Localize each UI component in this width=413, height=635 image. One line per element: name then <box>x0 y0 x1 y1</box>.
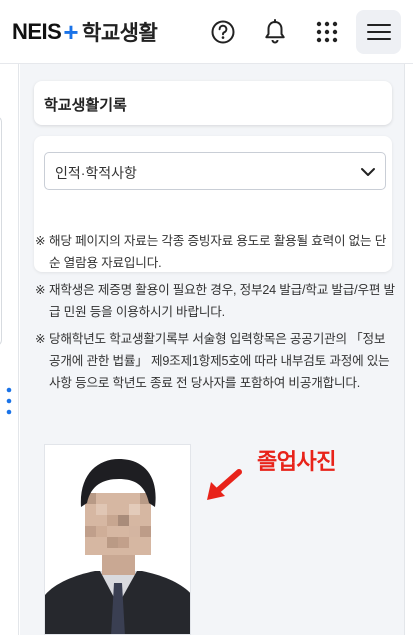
notice-item: ※ 해당 페이지의 자료는 각종 증빙자료 용도로 활용될 효력이 없는 단순 … <box>35 230 395 274</box>
notice-text: 재학생은 제증명 활용이 필요한 경우, 정부24 발급/학교 발급/우편 발급… <box>49 283 395 319</box>
notice-mark: ※ <box>35 283 46 297</box>
top-header: NEIS + 학교생활 <box>0 0 413 64</box>
select-value: 인적·학적사항 <box>55 165 137 181</box>
neis-logo[interactable]: NEIS + 학교생활 <box>12 17 158 47</box>
record-category-select[interactable]: 인적·학적사항 <box>44 152 386 190</box>
help-button[interactable] <box>203 12 243 52</box>
left-side-panel <box>0 64 19 635</box>
logo-service-name: 학교생활 <box>82 22 158 45</box>
notice-list: ※ 해당 페이지의 자료는 각종 증빙자료 용도로 활용될 효력이 없는 단순 … <box>35 230 395 399</box>
notice-mark: ※ <box>35 332 46 346</box>
notification-button[interactable] <box>255 12 295 52</box>
logo-neis-text: NEIS <box>12 19 62 44</box>
student-photo-image <box>45 445 190 634</box>
hamburger-menu-icon <box>366 24 391 40</box>
help-icon <box>211 20 235 44</box>
bell-icon <box>265 19 285 44</box>
notice-item: ※ 당해학년도 학교생활기록부 서술형 입력항목은 공공기관의 「정보공개에 관… <box>35 328 395 394</box>
student-photo <box>44 444 191 635</box>
blurred-face <box>85 493 151 555</box>
section-title-card: 학교생활기록 <box>34 81 392 125</box>
photo-annotation: 졸업사진 <box>205 444 375 504</box>
red-arrow-icon <box>207 469 242 500</box>
main-content: 학교생활기록 인적·학적사항 ※ 해당 페이지의 자료는 각종 증빙자료 용도로… <box>20 64 404 635</box>
apps-grid-icon <box>316 21 338 43</box>
section-title: 학교생활기록 <box>44 97 127 114</box>
chevron-down-icon <box>361 168 375 176</box>
right-side-panel-edge <box>404 64 413 635</box>
menu-button[interactable] <box>356 10 401 54</box>
more-vertical-icon[interactable] <box>3 386 15 416</box>
notice-item: ※ 재학생은 제증명 활용이 필요한 경우, 정부24 발급/학교 발급/우편 … <box>35 279 395 323</box>
photo-annotation-label: 졸업사진 <box>257 449 336 474</box>
logo-plus-mark: + <box>63 17 79 47</box>
notice-text: 해당 페이지의 자료는 각종 증빙자료 용도로 활용될 효력이 없는 단순 열람… <box>49 234 387 270</box>
left-panel-card-edge <box>0 116 2 346</box>
notice-text: 당해학년도 학교생활기록부 서술형 입력항목은 공공기관의 「정보공개에 관한 … <box>49 332 390 390</box>
notice-mark: ※ <box>35 234 46 248</box>
apps-button[interactable] <box>307 12 347 52</box>
